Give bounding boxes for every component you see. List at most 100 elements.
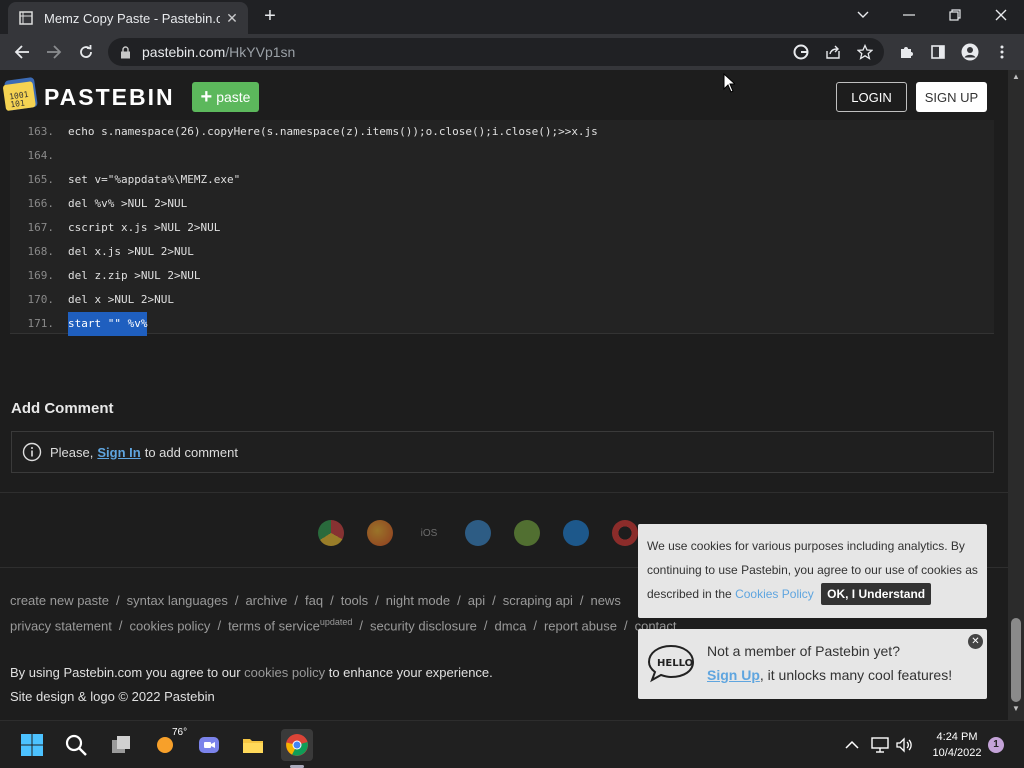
footer-separator: / bbox=[533, 618, 537, 634]
volume-icon[interactable] bbox=[894, 735, 914, 755]
forward-arrow-icon[interactable] bbox=[42, 40, 66, 64]
task-view-icon[interactable] bbox=[105, 729, 137, 761]
teams-chat-icon[interactable] bbox=[193, 729, 225, 761]
restore-button[interactable] bbox=[932, 0, 978, 30]
line-number: 169. bbox=[27, 269, 55, 282]
close-popup-icon[interactable]: ✕ bbox=[968, 634, 983, 649]
code-text: echo s.namespace(26).copyHere(s.namespac… bbox=[68, 125, 598, 138]
footer-link[interactable]: api bbox=[468, 593, 485, 608]
footer-link[interactable]: archive bbox=[245, 593, 287, 608]
network-icon[interactable] bbox=[870, 735, 890, 755]
profile-avatar-icon[interactable] bbox=[958, 40, 982, 64]
line-number: 166. bbox=[27, 197, 55, 210]
android-icon[interactable] bbox=[514, 520, 540, 546]
footer-separator: / bbox=[579, 593, 584, 608]
login-button[interactable]: LOGIN bbox=[836, 82, 907, 112]
extensions-puzzle-icon[interactable] bbox=[894, 40, 918, 64]
footer-link[interactable]: privacy statement bbox=[10, 618, 112, 633]
footer-separator: / bbox=[359, 618, 363, 634]
google-lens-icon[interactable] bbox=[792, 43, 810, 61]
cookies-policy-link[interactable]: cookies policy bbox=[244, 665, 325, 680]
chrome-taskbar-icon[interactable] bbox=[281, 729, 313, 761]
search-icon[interactable] bbox=[60, 729, 92, 761]
windows-start-icon[interactable] bbox=[16, 729, 48, 761]
footer-link[interactable]: create new paste bbox=[10, 593, 109, 608]
site-logo-text[interactable]: PASTEBIN bbox=[44, 84, 175, 111]
lock-icon[interactable] bbox=[120, 45, 134, 59]
line-number: 170. bbox=[27, 293, 55, 306]
side-panel-icon[interactable] bbox=[926, 40, 950, 64]
notification-badge[interactable]: 1 bbox=[988, 737, 1004, 753]
code-viewer[interactable]: 163. echo s.namespace(26).copyHere(s.name… bbox=[10, 120, 994, 336]
minimize-button[interactable] bbox=[886, 0, 932, 30]
footer-link[interactable]: syntax languages bbox=[127, 593, 228, 608]
scroll-down-arrow-icon[interactable]: ▼ bbox=[1008, 704, 1024, 718]
mac-icon[interactable] bbox=[563, 520, 589, 546]
cookie-ok-button[interactable]: OK, I Understand bbox=[821, 583, 932, 605]
section-divider bbox=[0, 492, 1008, 493]
scrollbar-thumb[interactable] bbox=[1011, 618, 1021, 702]
code-text: del %v% >NUL 2>NUL bbox=[68, 197, 188, 210]
footer-link[interactable]: terms of service bbox=[228, 618, 320, 633]
footer-separator: / bbox=[492, 593, 496, 608]
pastebin-favicon-icon bbox=[18, 10, 34, 26]
hello-speech-bubble-icon: HELLO bbox=[647, 644, 695, 683]
tab-search-icon[interactable] bbox=[840, 0, 886, 30]
footer-link[interactable]: cookies policy bbox=[130, 618, 211, 633]
bookmark-star-icon[interactable] bbox=[856, 43, 874, 61]
footer-link[interactable]: tools bbox=[341, 593, 368, 608]
firefox-icon[interactable] bbox=[367, 520, 393, 546]
member-promo-line2: Sign Up, it unlocks many cool features! bbox=[707, 667, 953, 683]
code-text: del x >NUL 2>NUL bbox=[68, 293, 174, 306]
tos-updated-badge: updated bbox=[319, 617, 353, 627]
cookie-agreement-text: By using Pastebin.com you agree to our c… bbox=[10, 665, 493, 680]
browser-tab-active[interactable]: Memz Copy Paste - Pastebin.com ✕ bbox=[8, 2, 248, 34]
windows-icon[interactable] bbox=[465, 520, 491, 546]
footer-link[interactable]: faq bbox=[305, 593, 323, 608]
share-icon[interactable] bbox=[824, 43, 842, 61]
chrome-icon[interactable] bbox=[318, 520, 344, 546]
code-text: cscript x.js >NUL 2>NUL bbox=[68, 221, 221, 234]
scroll-up-arrow-icon[interactable]: ▲ bbox=[1008, 72, 1024, 86]
mouse-cursor-icon bbox=[723, 73, 735, 93]
code-line: 169. del z.zip >NUL 2>NUL bbox=[10, 264, 994, 288]
page-content: 1001 101 PASTEBIN + paste LOGIN SIGN UP 1… bbox=[0, 70, 1008, 720]
add-comment-heading: Add Comment bbox=[11, 400, 114, 417]
sign-in-link[interactable]: Sign In bbox=[97, 445, 140, 460]
footer-separator: / bbox=[294, 593, 298, 608]
footer-link[interactable]: dmca bbox=[495, 618, 527, 633]
code-line: 164. bbox=[10, 144, 994, 168]
tray-chevron-up-icon[interactable] bbox=[842, 735, 862, 755]
footer-link[interactable]: news bbox=[590, 593, 620, 608]
code-line: 163. echo s.namespace(26).copyHere(s.name… bbox=[10, 120, 994, 144]
footer-link[interactable]: report abuse bbox=[544, 618, 617, 633]
footer-link[interactable]: night mode bbox=[386, 593, 450, 608]
kebab-menu-icon[interactable] bbox=[990, 40, 1014, 64]
footer-link[interactable]: security disclosure bbox=[370, 618, 477, 633]
system-clock[interactable]: 4:24 PM 10/4/2022 bbox=[922, 729, 992, 761]
pastebin-logo-icon[interactable]: 1001 101 bbox=[2, 76, 38, 112]
close-window-button[interactable] bbox=[978, 0, 1024, 30]
copyright-text: Site design & logo © 2022 Pastebin bbox=[10, 689, 215, 704]
footer-separator: / bbox=[116, 593, 120, 608]
tab-title: Memz Copy Paste - Pastebin.com bbox=[44, 10, 220, 26]
file-explorer-icon[interactable] bbox=[237, 729, 269, 761]
popup-sign-up-link[interactable]: Sign Up bbox=[707, 667, 760, 683]
footer-link[interactable]: scraping api bbox=[503, 593, 573, 608]
new-paste-button[interactable]: + paste bbox=[192, 82, 259, 112]
address-bar[interactable]: pastebin.com/HkYVp1sn bbox=[108, 38, 884, 66]
new-tab-button[interactable]: + bbox=[260, 6, 280, 26]
footer-links-row-1: create new paste / syntax languages / archiv… bbox=[10, 593, 621, 608]
tab-close-icon[interactable]: ✕ bbox=[224, 10, 240, 26]
url-text: pastebin.com/HkYVp1sn bbox=[142, 44, 296, 60]
code-line: 171. start "" %v% bbox=[10, 312, 994, 336]
reload-icon[interactable] bbox=[74, 40, 98, 64]
line-number: 163. bbox=[27, 125, 55, 138]
cookies-policy-popup-link[interactable]: Cookies Policy bbox=[735, 587, 814, 601]
footer-separator: / bbox=[375, 593, 379, 608]
ios-icon[interactable]: iOS bbox=[416, 520, 442, 546]
back-arrow-icon[interactable] bbox=[10, 40, 34, 64]
opera-icon[interactable] bbox=[612, 520, 638, 546]
signup-button[interactable]: SIGN UP bbox=[916, 82, 987, 112]
weather-temperature: 76° bbox=[172, 727, 188, 738]
